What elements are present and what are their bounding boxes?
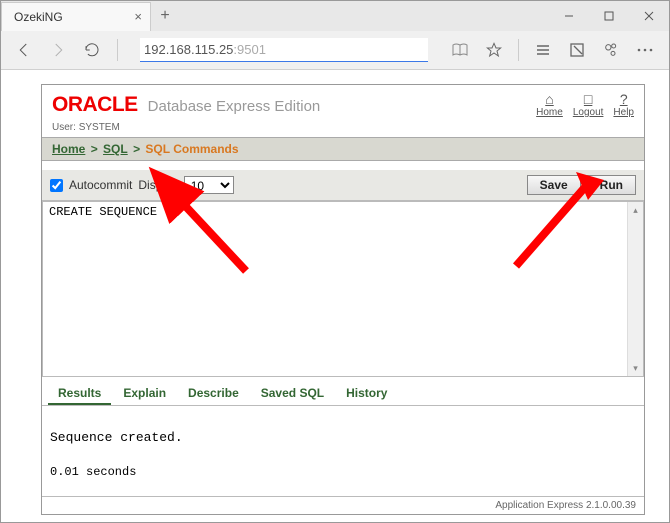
tab-bar: OzekiNG × + (1, 1, 669, 31)
nav-bar: 192.168.115.25:9501 (1, 31, 669, 69)
new-tab-button[interactable]: + (151, 2, 179, 31)
forward-button[interactable] (43, 35, 73, 65)
favorites-icon[interactable] (478, 35, 510, 65)
close-tab-icon[interactable]: × (134, 9, 142, 24)
url-port: :9501 (233, 42, 266, 57)
sql-toolbar: Autocommit Display 10 Save Run (42, 169, 644, 201)
product-name: Database Express Edition (148, 98, 321, 115)
display-label: Display (138, 178, 177, 192)
refresh-button[interactable] (77, 35, 107, 65)
breadcrumb-current: SQL Commands (145, 142, 238, 156)
result-panel: Sequence created. 0.01 seconds (42, 406, 644, 496)
user-info: User: SYSTEM (42, 120, 644, 137)
breadcrumb-sql[interactable]: SQL (103, 142, 128, 156)
app-header: ORACLE Database Express Edition ⌂ Home □… (42, 85, 644, 120)
result-tabs: Results Explain Describe Saved SQL Histo… (42, 377, 644, 406)
notes-icon[interactable] (561, 35, 593, 65)
maximize-button[interactable] (589, 1, 629, 30)
tab-results[interactable]: Results (48, 383, 111, 405)
display-select[interactable]: 10 (184, 176, 234, 194)
username: SYSTEM (79, 122, 120, 133)
tab-title: OzekiNG (14, 10, 63, 24)
share-icon[interactable] (595, 35, 627, 65)
hub-icon[interactable] (527, 35, 559, 65)
page-content: ORACLE Database Express Edition ⌂ Home □… (1, 70, 669, 515)
logout-link[interactable]: □ Logout (573, 91, 604, 118)
app-footer: Application Express 2.1.0.00.39 (42, 496, 644, 514)
scroll-down-icon[interactable]: ▾ (628, 360, 643, 376)
logout-icon: □ (573, 91, 604, 107)
browser-chrome: OzekiNG × + 192.168.115.25:9501 (1, 1, 669, 70)
tab-explain[interactable]: Explain (113, 383, 176, 405)
url-bar[interactable]: 192.168.115.25:9501 (140, 38, 428, 62)
breadcrumb-home[interactable]: Home (52, 142, 85, 156)
url-host: 192.168.115.25 (144, 42, 233, 57)
save-button[interactable]: Save (527, 175, 581, 195)
minimize-button[interactable] (549, 1, 589, 30)
home-link[interactable]: ⌂ Home (536, 91, 563, 118)
scroll-up-icon[interactable]: ▴ (628, 202, 643, 218)
help-icon: ? (613, 91, 634, 107)
help-link[interactable]: ? Help (613, 91, 634, 118)
back-button[interactable] (9, 35, 39, 65)
more-icon[interactable] (629, 35, 661, 65)
reading-view-icon[interactable] (444, 35, 476, 65)
scrollbar[interactable]: ▴ ▾ (627, 202, 643, 376)
app-version: Application Express 2.1.0.00.39 (495, 500, 636, 511)
result-message: Sequence created. (50, 430, 636, 445)
tab-describe[interactable]: Describe (178, 383, 249, 405)
tab-saved-sql[interactable]: Saved SQL (251, 383, 334, 405)
result-timing: 0.01 seconds (50, 465, 636, 479)
tab-history[interactable]: History (336, 383, 397, 405)
breadcrumb: Home > SQL > SQL Commands (42, 137, 644, 161)
run-button[interactable]: Run (587, 175, 636, 195)
sql-query-text: CREATE SEQUENCE Y (43, 202, 643, 222)
close-button[interactable] (629, 1, 669, 30)
browser-tab[interactable]: OzekiNG × (1, 2, 151, 31)
autocommit-label: Autocommit (69, 178, 132, 192)
autocommit-checkbox[interactable] (50, 179, 63, 192)
sql-editor[interactable]: CREATE SEQUENCE Y ▴ ▾ (42, 201, 644, 377)
oracle-logo: ORACLE (52, 93, 138, 117)
home-icon: ⌂ (536, 91, 563, 107)
